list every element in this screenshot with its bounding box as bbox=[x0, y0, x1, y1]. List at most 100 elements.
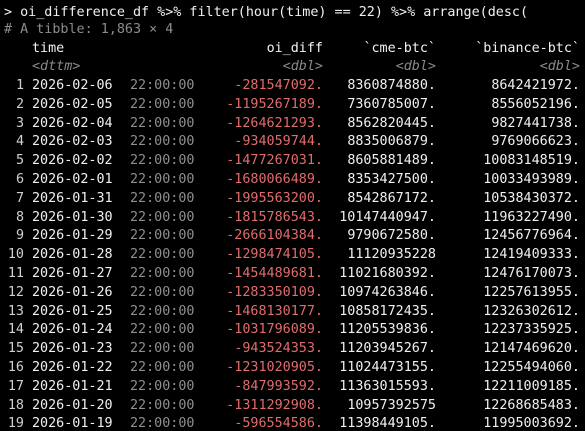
cme-btc-cell: 11120935228 bbox=[347, 247, 436, 262]
cme-btc-cell: 8562820445. bbox=[347, 116, 436, 131]
row-number: 9 bbox=[15, 228, 24, 243]
time-date-cell: 2026-01-23 bbox=[32, 341, 113, 356]
time-date-cell: 2026-01-31 bbox=[32, 191, 113, 206]
time-date-cell: 2026-01-20 bbox=[32, 398, 113, 413]
binance-btc-cell: 12255494060. bbox=[483, 360, 580, 375]
cme-btc-cell: 11205539836. bbox=[339, 322, 436, 337]
row-number: 19 bbox=[7, 416, 24, 431]
time-clock-cell: 22:00:00 bbox=[130, 322, 195, 337]
oi-diff-cell: -1815786543. bbox=[226, 210, 323, 225]
time-clock-cell: 22:00:00 bbox=[130, 172, 195, 187]
binance-btc-cell: 12211009185. bbox=[483, 379, 580, 394]
oi-diff-cell: -1477267031. bbox=[226, 153, 323, 168]
row-number: 15 bbox=[7, 341, 24, 356]
cme-btc-cell: 8542867172. bbox=[347, 191, 436, 206]
time-date-cell: 2026-01-29 bbox=[32, 228, 113, 243]
time-clock-cell: 22:00:00 bbox=[130, 210, 195, 225]
row-number: 2 bbox=[15, 97, 24, 112]
time-date-cell: 2026-02-01 bbox=[32, 172, 113, 187]
binance-btc-cell: 12456776964. bbox=[483, 228, 580, 243]
row-number: 11 bbox=[7, 266, 24, 281]
time-date-cell: 2026-01-25 bbox=[32, 304, 113, 319]
cme-btc-cell: 11021680392. bbox=[339, 266, 436, 281]
column-type-cme-btc: <dbl> bbox=[395, 59, 436, 74]
row-number: 8 bbox=[15, 210, 24, 225]
binance-btc-cell: 12419409333. bbox=[483, 247, 580, 262]
oi-diff-cell: -934059744. bbox=[234, 134, 323, 149]
cme-btc-cell: 10974263846. bbox=[339, 285, 436, 300]
tibble-summary-comment: # A tibble: 1,863 × 4 bbox=[4, 22, 174, 37]
cme-btc-cell: 10147440947. bbox=[339, 210, 436, 225]
oi-diff-cell: -281547092. bbox=[234, 78, 323, 93]
time-date-cell: 2026-01-21 bbox=[32, 379, 113, 394]
cme-btc-cell: 8605881489. bbox=[347, 153, 436, 168]
r-console-output[interactable]: > oi_difference_df %>% filter(hour(time)… bbox=[0, 0, 585, 431]
cme-btc-cell: 11398449105. bbox=[339, 416, 436, 431]
column-type-binance-btc: <dbl> bbox=[539, 59, 580, 74]
time-date-cell: 2026-01-22 bbox=[32, 360, 113, 375]
row-number: 16 bbox=[7, 360, 24, 375]
time-date-cell: 2026-01-26 bbox=[32, 285, 113, 300]
binance-btc-cell: 10538430372. bbox=[483, 191, 580, 206]
column-type-oi-diff: <dbl> bbox=[282, 59, 323, 74]
binance-btc-cell: 12237335925. bbox=[483, 322, 580, 337]
binance-btc-cell: 8556052196. bbox=[491, 97, 580, 112]
time-clock-cell: 22:00:00 bbox=[130, 191, 195, 206]
cme-btc-cell: 11024473155. bbox=[339, 360, 436, 375]
cme-btc-cell: 8353427500. bbox=[347, 172, 436, 187]
time-date-cell: 2026-02-04 bbox=[32, 116, 113, 131]
time-clock-cell: 22:00:00 bbox=[130, 247, 195, 262]
oi-diff-cell: -1311292908. bbox=[226, 398, 323, 413]
binance-btc-cell: 8642421972. bbox=[491, 78, 580, 93]
column-type-time: <dttm> bbox=[32, 59, 81, 74]
cme-btc-cell: 11203945267. bbox=[339, 341, 436, 356]
binance-btc-cell: 12268685483. bbox=[483, 398, 580, 413]
time-clock-cell: 22:00:00 bbox=[130, 228, 195, 243]
oi-diff-cell: -1264621293. bbox=[226, 116, 323, 131]
column-header-binance-btc: `binance-btc` bbox=[475, 41, 580, 56]
time-date-cell: 2026-01-19 bbox=[32, 416, 113, 431]
cme-btc-cell: 10858172435. bbox=[339, 304, 436, 319]
oi-diff-cell: -2666104384. bbox=[226, 228, 323, 243]
row-number: 4 bbox=[15, 134, 24, 149]
time-date-cell: 2026-02-03 bbox=[32, 134, 113, 149]
row-number: 1 bbox=[15, 78, 24, 93]
oi-diff-cell: -1995563200. bbox=[226, 191, 323, 206]
row-number: 5 bbox=[15, 153, 24, 168]
binance-btc-cell: 9827441738. bbox=[491, 116, 580, 131]
time-clock-cell: 22:00:00 bbox=[130, 153, 195, 168]
binance-btc-cell: 10033493989. bbox=[483, 172, 580, 187]
row-number: 12 bbox=[7, 285, 24, 300]
binance-btc-cell: 12147469620. bbox=[483, 341, 580, 356]
time-clock-cell: 22:00:00 bbox=[130, 266, 195, 281]
time-date-cell: 2026-01-28 bbox=[32, 247, 113, 262]
row-number: 14 bbox=[7, 322, 24, 337]
oi-diff-cell: -943524353. bbox=[234, 341, 323, 356]
time-clock-cell: 22:00:00 bbox=[130, 341, 195, 356]
oi-diff-cell: -596554586. bbox=[234, 416, 323, 431]
oi-diff-cell: -1454489681. bbox=[226, 266, 323, 281]
time-clock-cell: 22:00:00 bbox=[130, 116, 195, 131]
column-header-cme-btc: `cme-btc` bbox=[363, 41, 436, 56]
time-clock-cell: 22:00:00 bbox=[130, 304, 195, 319]
time-clock-cell: 22:00:00 bbox=[130, 416, 195, 431]
cme-btc-cell: 10957392575 bbox=[347, 398, 436, 413]
cme-btc-cell: 9790672580. bbox=[347, 228, 436, 243]
oi-diff-cell: -1195267189. bbox=[226, 97, 323, 112]
column-header-oi-diff: oi_diff bbox=[266, 41, 323, 56]
cme-btc-cell: 7360785007. bbox=[347, 97, 436, 112]
time-date-cell: 2026-01-27 bbox=[32, 266, 113, 281]
oi-diff-cell: -847993592. bbox=[234, 379, 323, 394]
binance-btc-cell: 10083148519. bbox=[483, 153, 580, 168]
oi-diff-cell: -1231020905. bbox=[226, 360, 323, 375]
row-number: 18 bbox=[7, 398, 24, 413]
oi-diff-cell: -1680066489. bbox=[226, 172, 323, 187]
time-clock-cell: 22:00:00 bbox=[130, 285, 195, 300]
time-clock-cell: 22:00:00 bbox=[130, 134, 195, 149]
binance-btc-cell: 11963227490. bbox=[483, 210, 580, 225]
binance-btc-cell: 12326302612. bbox=[483, 304, 580, 319]
time-date-cell: 2026-01-30 bbox=[32, 210, 113, 225]
column-header-time: time bbox=[32, 41, 65, 56]
binance-btc-cell: 9769066623. bbox=[491, 134, 580, 149]
oi-diff-cell: -1031796089. bbox=[226, 322, 323, 337]
